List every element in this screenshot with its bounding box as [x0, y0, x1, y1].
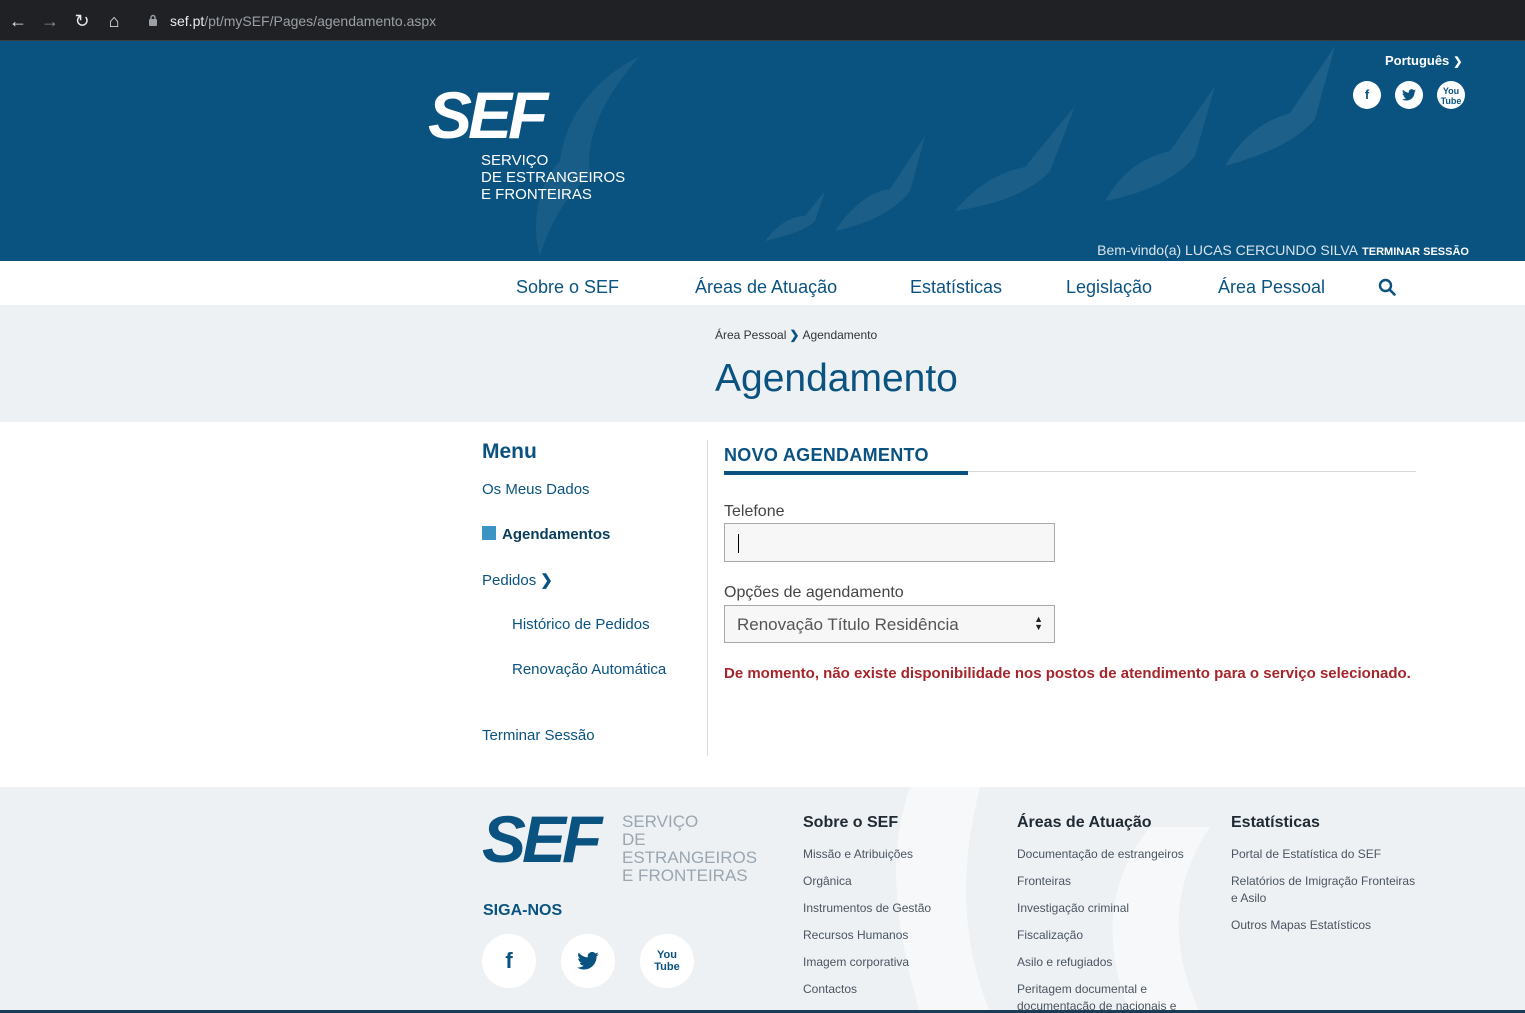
- twitter-icon[interactable]: [1395, 81, 1423, 109]
- footer-column-title: Áreas de Atuação: [1017, 814, 1152, 831]
- breadcrumb-parent[interactable]: Área Pessoal: [715, 328, 786, 342]
- menu-item-historico[interactable]: Histórico de Pedidos: [512, 616, 650, 633]
- footer-logo-wordmark: SEF: [482, 802, 602, 876]
- welcome-text: Bem-vindo(a) LUCAS CERCUNDO SILVA TERMINA…: [1097, 242, 1469, 258]
- footer-link[interactable]: Recursos Humanos: [803, 927, 993, 944]
- logo-wordmark: SEF: [428, 78, 548, 152]
- footer-link[interactable]: Documentação de estrangeiros: [1017, 846, 1207, 863]
- telefone-label: Telefone: [724, 503, 785, 520]
- chevron-right-icon: ❯: [540, 572, 553, 589]
- footer-link[interactable]: Fronteiras: [1017, 873, 1207, 890]
- logout-link[interactable]: TERMINAR SESSÃO: [1362, 246, 1469, 258]
- menu-item-label: Pedidos: [482, 572, 537, 589]
- footer-link[interactable]: Instrumentos de Gestão: [803, 900, 993, 917]
- footer-link[interactable]: Relatórios de Imigração Fronteiras e Asi…: [1231, 873, 1421, 907]
- logo-subtitle-line: DE ESTRANGEIROS: [481, 169, 626, 186]
- follow-us-heading: SIGA-NOS: [483, 902, 563, 919]
- menu-item-agendamentos[interactable]: Agendamentos: [482, 526, 610, 543]
- url-text: sef.pt/pt/mySEF/Pages/agendamento.aspx: [170, 13, 436, 29]
- site-header: SEF SERVIÇO DE ESTRANGEIROS E FRONTEIRAS…: [0, 41, 1525, 261]
- tab-novo-agendamento[interactable]: NOVO AGENDAMENTO: [724, 445, 929, 466]
- footer-link[interactable]: Outros Mapas Estatísticos: [1231, 917, 1421, 934]
- home-icon[interactable]: ⌂: [102, 9, 126, 33]
- tab-active-indicator: [724, 471, 968, 475]
- menu-item-meus-dados[interactable]: Os Meus Dados: [482, 481, 590, 498]
- sef-logo[interactable]: SEF SERVIÇO DE ESTRANGEIROS E FRONTEIRAS: [428, 78, 625, 203]
- nav-sobre[interactable]: Sobre o SEF: [516, 277, 619, 298]
- bird-decoration-icon: [955, 106, 1075, 211]
- lock-icon: [149, 14, 157, 26]
- footer-link[interactable]: Contactos: [803, 981, 993, 998]
- logo-subtitle-line: E FRONTEIRAS: [481, 186, 592, 203]
- footer-column-title: Estatísticas: [1231, 814, 1320, 831]
- browser-toolbar: ← → ↻ ⌂ sef.pt/pt/mySEF/Pages/agendament…: [0, 0, 1525, 41]
- logo-subtitle-line: SERVIÇO: [481, 152, 549, 169]
- active-marker-icon: [482, 526, 496, 540]
- twitter-icon[interactable]: [561, 934, 615, 988]
- chevron-down-icon: ❯: [1453, 56, 1463, 68]
- breadcrumb: Área Pessoal ❯ Agendamento: [715, 328, 877, 342]
- nav-legislacao[interactable]: Legislação: [1066, 277, 1152, 298]
- footer-logo-subtitle-line: SERVIÇO: [622, 812, 699, 831]
- youtube-icon[interactable]: You Tube: [640, 934, 694, 988]
- welcome-user: Bem-vindo(a) LUCAS CERCUNDO SILVA: [1097, 242, 1359, 258]
- forward-icon[interactable]: →: [38, 9, 62, 33]
- facebook-icon[interactable]: f: [482, 934, 536, 988]
- footer-link[interactable]: Portal de Estatística do SEF: [1231, 846, 1421, 863]
- footer-link[interactable]: Investigação criminal: [1017, 900, 1207, 917]
- bird-decoration-icon: [1105, 86, 1215, 201]
- footer-column-areas: Áreas de Atuação Documentação de estrang…: [1017, 814, 1207, 1013]
- bird-decoration-icon: [835, 136, 925, 231]
- url-path: /pt/mySEF/Pages/agendamento.aspx: [204, 13, 437, 29]
- footer-link[interactable]: Imagem corporativa: [803, 954, 993, 971]
- breadcrumb-current: Agendamento: [802, 328, 878, 342]
- footer-logo-subtitle-line: E FRONTEIRAS: [622, 866, 748, 885]
- opcoes-select[interactable]: Renovação Título Residência ▲ ▼: [724, 605, 1055, 643]
- logo-subtitle: SERVIÇO DE ESTRANGEIROS E FRONTEIRAS: [481, 152, 641, 203]
- text-caret: [738, 534, 739, 553]
- footer-link[interactable]: Missão e Atribuições: [803, 846, 993, 863]
- menu-item-label: Agendamentos: [502, 526, 611, 543]
- footer-logo-subtitle: SERVIÇO DE ESTRANGEIROS E FRONTEIRAS: [622, 813, 782, 885]
- footer-logo[interactable]: SEF SERVIÇO DE ESTRANGEIROS E FRONTEIRAS: [482, 802, 757, 885]
- bird-decoration-icon: [1225, 46, 1335, 166]
- telefone-input[interactable]: [724, 523, 1055, 562]
- language-label: Português: [1385, 53, 1450, 68]
- footer-column-estatisticas: Estatísticas Portal de Estatística do SE…: [1231, 814, 1421, 944]
- select-arrows-icon: ▲ ▼: [1034, 614, 1043, 632]
- footer-link[interactable]: Peritagem documental e documentação de n…: [1017, 981, 1207, 1013]
- back-icon[interactable]: ←: [6, 9, 30, 33]
- menu-item-renovacao[interactable]: Renovação Automática: [512, 661, 666, 678]
- language-selector[interactable]: Português ❯: [1385, 53, 1463, 68]
- menu-item-terminar-sessao[interactable]: Terminar Sessão: [482, 727, 595, 744]
- nav-areas[interactable]: Áreas de Atuação: [695, 277, 837, 298]
- side-menu: Menu Os Meus Dados Agendamentos Pedidos ❯…: [482, 440, 708, 756]
- youtube-icon[interactable]: You Tube: [1437, 81, 1465, 109]
- facebook-icon[interactable]: f: [1353, 81, 1381, 109]
- bird-decoration-icon: [765, 191, 825, 241]
- site-footer: SEF SERVIÇO DE ESTRANGEIROS E FRONTEIRAS…: [0, 787, 1525, 1013]
- search-icon[interactable]: [1378, 278, 1396, 296]
- page-title: Agendamento: [715, 357, 958, 400]
- footer-column-title: Sobre o SEF: [803, 814, 899, 831]
- opcoes-selected-value: Renovação Título Residência: [737, 615, 959, 634]
- footer-column-sobre: Sobre o SEF Missão e Atribuições Orgânic…: [803, 814, 993, 1008]
- footer-link[interactable]: Orgânica: [803, 873, 993, 890]
- main-navigation: Sobre o SEF Áreas de Atuação Estatística…: [0, 261, 1525, 305]
- footer-logo-subtitle-line: DE ESTRANGEIROS: [622, 830, 758, 867]
- page-header-band: Área Pessoal ❯ Agendamento Agendamento: [0, 305, 1525, 422]
- menu-item-pedidos[interactable]: Pedidos ❯: [482, 571, 553, 589]
- menu-title: Menu: [482, 440, 537, 463]
- address-bar[interactable]: sef.pt/pt/mySEF/Pages/agendamento.aspx: [136, 6, 1521, 36]
- footer-link[interactable]: Asilo e refugiados: [1017, 954, 1207, 971]
- opcoes-label: Opções de agendamento: [724, 584, 904, 601]
- chevron-right-icon: ❯: [789, 328, 800, 342]
- nav-estatisticas[interactable]: Estatísticas: [910, 277, 1002, 298]
- nav-area-pessoal[interactable]: Área Pessoal: [1218, 277, 1325, 298]
- availability-error-message: De momento, não existe disponibilidade n…: [724, 665, 1411, 682]
- footer-link[interactable]: Fiscalização: [1017, 927, 1207, 944]
- url-host: sef.pt: [170, 13, 205, 29]
- reload-icon[interactable]: ↻: [70, 9, 94, 33]
